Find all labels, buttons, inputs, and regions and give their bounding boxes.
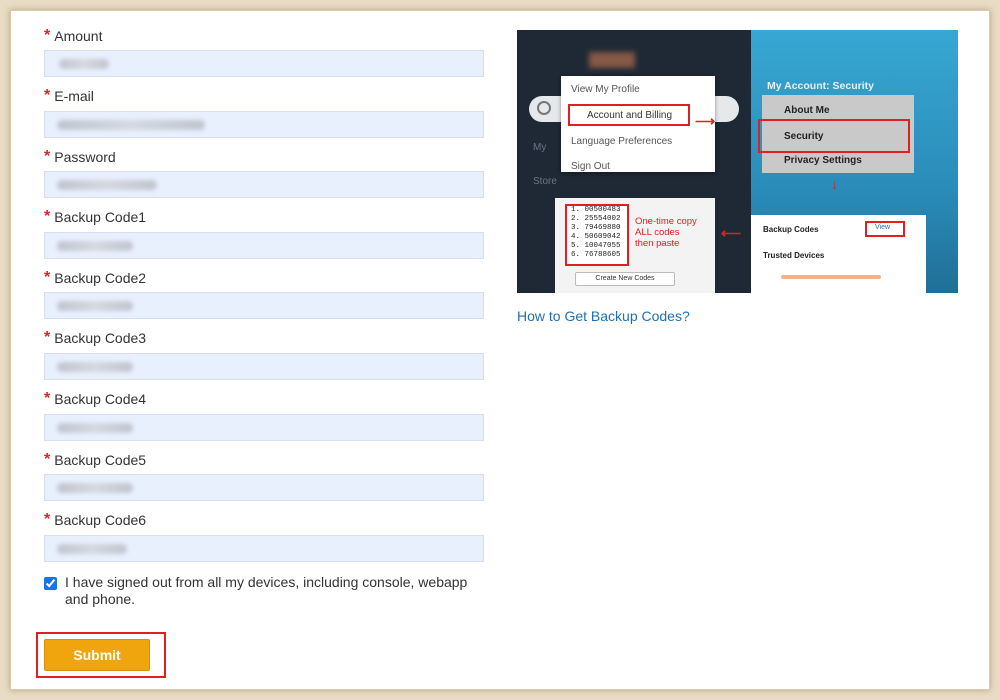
backup-code5-input[interactable]	[44, 474, 484, 501]
guide-side-item: My	[533, 142, 547, 153]
required-mark: *	[44, 27, 51, 44]
signout-consent-checkbox[interactable]	[44, 577, 57, 590]
amount-label: * Amount	[44, 27, 103, 45]
guide-code: 3. 79469880	[571, 224, 621, 232]
guide-menu-item: Language Preferences	[571, 136, 673, 147]
email-input[interactable]	[44, 111, 484, 138]
required-mark: *	[44, 390, 51, 407]
guide-code: 1. 00500483	[571, 206, 621, 214]
guide-create-codes-button: Create New Codes	[575, 272, 675, 286]
submit-button[interactable]: Submit	[44, 639, 150, 671]
required-mark: *	[44, 511, 51, 528]
guide-security-item: About Me	[784, 105, 830, 116]
guide-annotation: One-time copy ALL codes then paste	[635, 216, 697, 249]
required-mark: *	[44, 148, 51, 165]
signout-consent-text: I have signed out from all my devices, i…	[65, 574, 468, 607]
guide-code: 4. 50609042	[571, 233, 621, 241]
backup-code1-label: * Backup Code1	[44, 208, 147, 226]
search-icon	[537, 101, 551, 115]
backup-codes-guide-image: My Store View My Profile Account and Bil…	[517, 30, 958, 293]
backup-code3-input[interactable]	[44, 353, 484, 380]
backup-codes-help-link[interactable]: How to Get Backup Codes?	[517, 308, 690, 324]
guide-annotation-line: ALL codes	[635, 227, 680, 238]
field-label-text: Backup Code2	[54, 270, 147, 286]
guide-codes-panel: 1. 00500483 2. 25554002 3. 79469880 4. 5…	[555, 198, 715, 293]
guide-trusted-devices-label: Trusted Devices	[763, 251, 825, 260]
arrow-right-icon: ⟶	[695, 113, 716, 129]
backup-code5-label: * Backup Code5	[44, 451, 147, 469]
guide-highlight-account	[568, 104, 690, 126]
guide-avatar-blur	[589, 52, 635, 68]
guide-annotation-line: then paste	[635, 238, 680, 249]
password-input[interactable]	[44, 171, 484, 198]
amount-input[interactable]	[44, 50, 484, 77]
guide-backup-codes-label: Backup Codes	[763, 225, 819, 234]
arrow-left-icon: ⟵	[721, 225, 742, 241]
guide-side-item: Store	[533, 176, 557, 187]
field-label-text: Backup Code1	[54, 209, 147, 225]
backup-code3-label: * Backup Code3	[44, 329, 147, 347]
field-label-text: Backup Code3	[54, 330, 147, 346]
guide-progress-mark	[781, 275, 881, 279]
backup-code2-label: * Backup Code2	[44, 269, 147, 287]
guide-code: 5. 10047055	[571, 242, 621, 250]
backup-code4-label: * Backup Code4	[44, 390, 147, 408]
password-label: * Password	[44, 148, 116, 166]
signout-consent: I have signed out from all my devices, i…	[44, 574, 485, 608]
backup-code4-input[interactable]	[44, 414, 484, 441]
field-label-text: E-mail	[54, 88, 94, 104]
required-mark: *	[44, 329, 51, 346]
backup-code6-label: * Backup Code6	[44, 511, 147, 529]
backup-code1-input[interactable]	[44, 232, 484, 259]
guide-highlight-view	[865, 221, 905, 237]
guide-menu-item: View My Profile	[571, 84, 640, 95]
guide-menu-item: Sign Out	[571, 161, 610, 172]
guide-annotation-line: One-time copy	[635, 216, 697, 227]
guide-security-title: My Account: Security	[767, 80, 874, 92]
guide-codes-box: 1. 00500483 2. 25554002 3. 79469880 4. 5…	[565, 204, 629, 266]
backup-code2-input[interactable]	[44, 292, 484, 319]
backup-code6-input[interactable]	[44, 535, 484, 562]
required-mark: *	[44, 269, 51, 286]
guide-code: 2. 25554002	[571, 215, 621, 223]
guide-highlight-security	[758, 119, 910, 153]
field-label-text: Backup Code4	[54, 391, 147, 407]
field-label-text: Backup Code6	[54, 512, 147, 528]
field-label-text: Backup Code5	[54, 452, 147, 468]
required-mark: *	[44, 87, 51, 104]
required-mark: *	[44, 451, 51, 468]
guide-security-item: Privacy Settings	[784, 155, 862, 166]
required-mark: *	[44, 208, 51, 225]
field-label-text: Password	[54, 149, 116, 165]
email-label: * E-mail	[44, 87, 94, 105]
field-label-text: Amount	[54, 28, 103, 44]
arrow-down-icon: ↓	[831, 176, 838, 192]
guide-code: 6. 76788605	[571, 251, 621, 259]
